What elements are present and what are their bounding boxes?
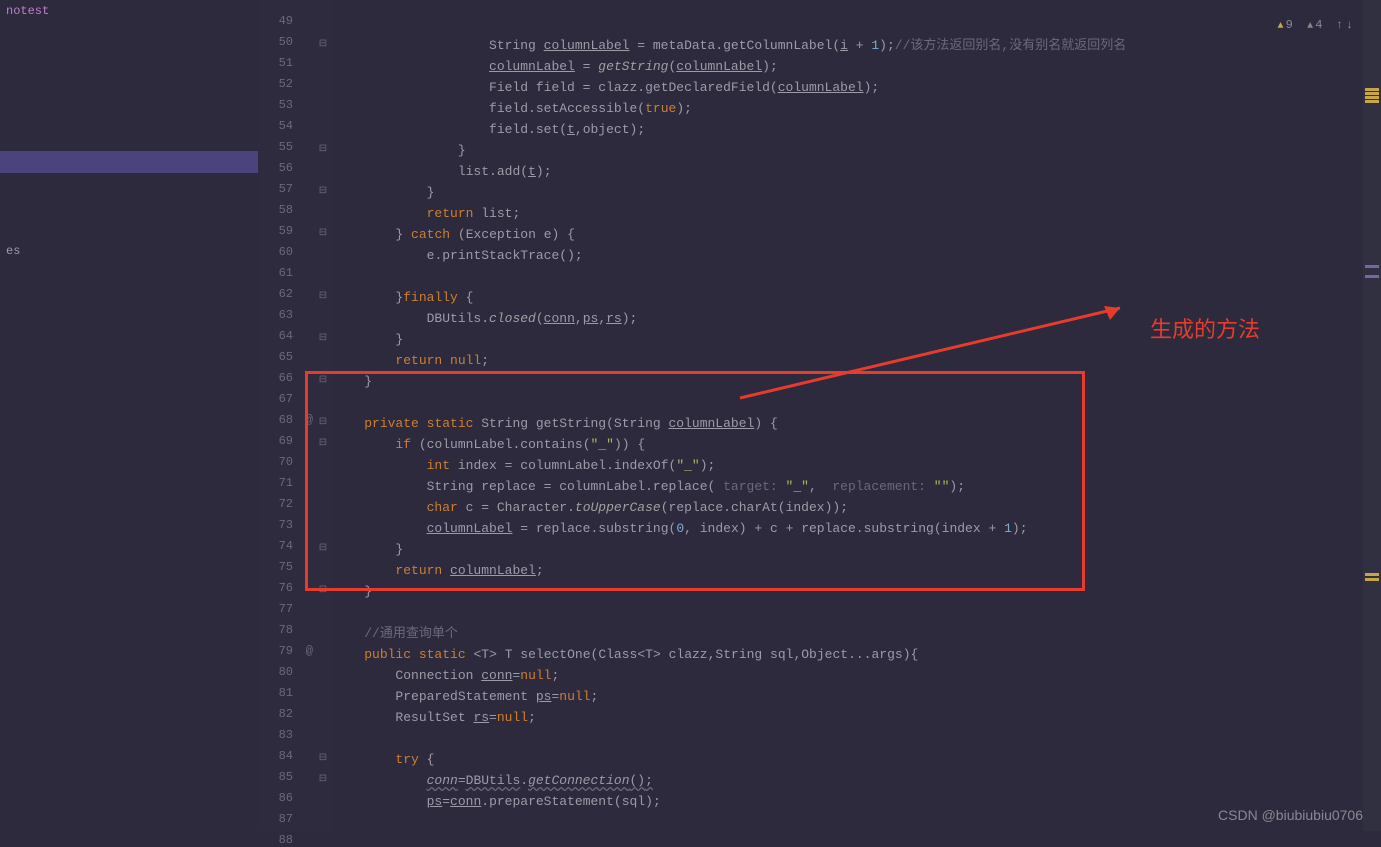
weak-warning-icon [1307,18,1315,32]
nav-prev-icon[interactable]: ↑ [1336,18,1343,32]
line-number: 83 [265,728,293,742]
code-line[interactable]: return null; [333,350,489,371]
code-line[interactable]: } [333,329,403,350]
marker[interactable] [1365,573,1379,576]
line-number: 82 [265,707,293,721]
marker[interactable] [1365,578,1379,581]
marker[interactable] [1365,92,1379,95]
line-number: 86 [265,791,293,805]
line-number: 62 [265,287,293,301]
line-number: 87 [265,812,293,826]
line-number: 70 [265,455,293,469]
line-number: 60 [265,245,293,259]
line-number: 58 [265,203,293,217]
code-line[interactable]: columnLabel = getString(columnLabel); [333,56,778,77]
code-line[interactable]: public static <T> T selectOne(Class<T> c… [333,644,918,665]
gutter-glyph: @ [306,644,313,658]
fold-toggle-icon[interactable]: ⊟ [317,291,329,303]
code-line[interactable]: e.printStackTrace(); [333,245,583,266]
line-number: 73 [265,518,293,532]
inspection-summary[interactable]: 9 4 ↑↓ [1278,18,1353,32]
line-number: 50 [265,35,293,49]
fold-toggle-icon[interactable]: ⊟ [317,186,329,198]
sidebar-item-notest[interactable]: notest [0,0,258,22]
code-line[interactable]: //通用查询单个 [333,623,458,644]
line-number: 68 [265,413,293,427]
nav-next-icon[interactable]: ↓ [1346,18,1353,32]
line-number: 85 [265,770,293,784]
fold-toggle-icon[interactable]: ⊟ [317,228,329,240]
annotation-box [305,371,1085,591]
line-number: 63 [265,308,293,322]
line-number: 67 [265,392,293,406]
weak-warning-count: 4 [1315,18,1322,32]
code-line[interactable]: String columnLabel = metaData.getColumnL… [333,35,1126,56]
line-number: 74 [265,539,293,553]
code-line[interactable]: field.set(t,object); [333,119,645,140]
fold-toggle-icon[interactable]: ⊟ [317,753,329,765]
sidebar-item-4[interactable] [0,282,258,304]
marker-strip[interactable] [1363,0,1381,831]
annotation-text: 生成的方法 [1150,312,1260,344]
line-number: 57 [265,182,293,196]
warning-count: 9 [1286,18,1293,32]
line-number: 66 [265,371,293,385]
line-number: 54 [265,119,293,133]
marker[interactable] [1365,88,1379,91]
line-number: 72 [265,497,293,511]
line-number: 59 [265,224,293,238]
marker[interactable] [1365,96,1379,99]
code-line[interactable]: Field field = clazz.getDeclaredField(col… [333,77,879,98]
line-number: 64 [265,329,293,343]
line-number: 53 [265,98,293,112]
code-line[interactable]: } [333,182,434,203]
line-number: 69 [265,434,293,448]
line-number: 55 [265,140,293,154]
line-number: 56 [265,161,293,175]
code-line[interactable]: ResultSet rs=null; [333,707,536,728]
line-number: 80 [265,665,293,679]
line-number: 71 [265,476,293,490]
line-number: 51 [265,56,293,70]
code-line[interactable]: PreparedStatement ps=null; [333,686,598,707]
line-number: 76 [265,581,293,595]
line-number: 88 [265,833,293,847]
marker[interactable] [1365,100,1379,103]
code-line[interactable]: } [333,140,466,161]
line-number: 49 [265,14,293,28]
code-line[interactable]: Connection conn=null; [333,665,559,686]
code-line[interactable]: }finally { [333,287,473,308]
sidebar-item-selected[interactable] [0,151,258,173]
line-number: 81 [265,686,293,700]
line-number: 78 [265,623,293,637]
line-number: 79 [265,644,293,658]
fold-toggle-icon[interactable]: ⊟ [317,333,329,345]
line-number: 84 [265,749,293,763]
sidebar-item-es[interactable]: es [0,240,258,262]
watermark: CSDN @biubiubiu0706 [1218,807,1363,823]
code-line[interactable]: ps=conn.prepareStatement(sql); [333,791,661,812]
code-line[interactable]: try { [333,749,434,770]
marker[interactable] [1365,275,1379,278]
line-number: 77 [265,602,293,616]
code-line[interactable] [333,14,489,35]
marker[interactable] [1365,265,1379,268]
project-sidebar[interactable]: notest es [0,0,258,831]
fold-toggle-icon[interactable]: ⊟ [317,39,329,51]
code-line[interactable]: return list; [333,203,520,224]
fold-toggle-icon[interactable]: ⊟ [317,144,329,156]
code-line[interactable]: DBUtils.closed(conn,ps,rs); [333,308,637,329]
line-number: 61 [265,266,293,280]
line-number: 75 [265,560,293,574]
warning-icon [1278,18,1286,32]
line-number: 65 [265,350,293,364]
code-line[interactable]: } catch (Exception e) { [333,224,575,245]
code-line[interactable]: conn=DBUtils.getConnection(); [333,770,653,791]
fold-toggle-icon[interactable]: ⊟ [317,774,329,786]
code-line[interactable]: list.add(t); [333,161,552,182]
code-line[interactable]: field.setAccessible(true); [333,98,692,119]
line-number: 52 [265,77,293,91]
